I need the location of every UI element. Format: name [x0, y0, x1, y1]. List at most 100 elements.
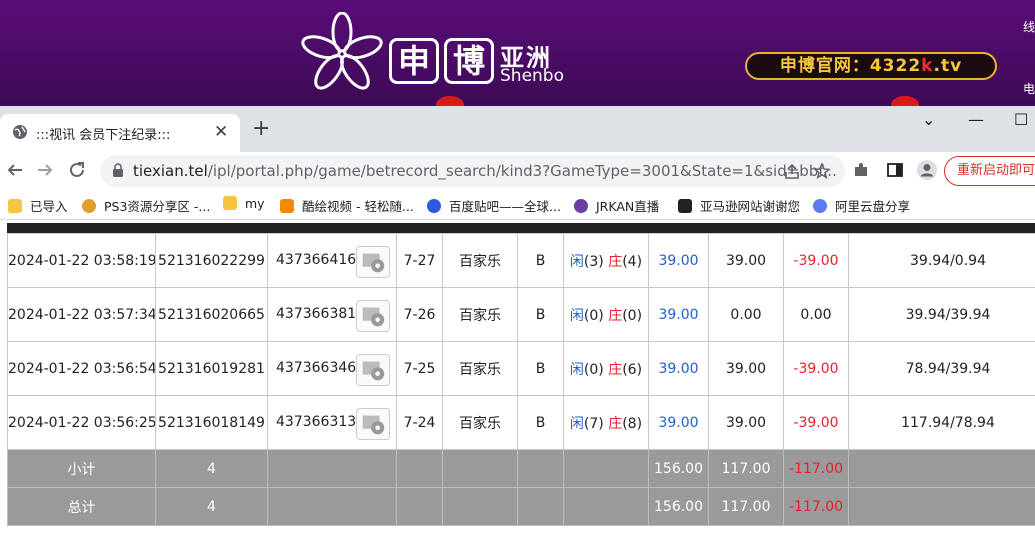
total-count: 4 [155, 487, 268, 526]
folder-icon [8, 199, 22, 213]
browser-tab[interactable]: :::视讯 会员下注纪录::: ✕ [0, 114, 240, 152]
game-id: 437366313 [276, 414, 357, 430]
bet-time: 2024-01-22 03:58:19 [7, 233, 156, 288]
player-label: 闲 [569, 307, 584, 324]
video-replay-icon[interactable] [356, 354, 390, 386]
bookmark-item[interactable]: my [223, 196, 265, 211]
site-red-letter: k [921, 56, 934, 76]
bet-id: 521316022299 [155, 233, 268, 288]
bet-amount-link[interactable]: 39.00 [648, 233, 709, 288]
bet-amount-link[interactable]: 39.00 [648, 395, 709, 450]
round-number: 7-24 [396, 395, 443, 450]
back-arrow-icon[interactable] [6, 161, 24, 179]
bookmark-item[interactable]: 百度贴吧——全球... [427, 196, 561, 215]
kuhui-video-icon [280, 199, 294, 213]
tab-search-icon[interactable]: ⌄ [922, 110, 935, 129]
game-name: 百家乐 [442, 341, 518, 396]
round-number: 7-27 [396, 233, 443, 288]
reload-icon[interactable] [68, 161, 86, 179]
close-tab-icon[interactable]: ✕ [214, 122, 228, 142]
bookmark-star-icon[interactable] [813, 162, 831, 180]
edge-text-bottom: 电 [1022, 82, 1035, 96]
total-result: -117.00 [783, 487, 849, 526]
subtotal-result: -117.00 [783, 449, 849, 488]
maximize-button[interactable]: ☐ [1014, 110, 1028, 129]
total-valid: 117.00 [708, 487, 784, 526]
aliyun-drive-icon [813, 199, 827, 213]
relaunch-button[interactable]: 重新启动即可更 [944, 156, 1035, 186]
banker-label: 庄 [608, 361, 623, 378]
lock-icon[interactable] [112, 163, 124, 177]
valid-amount: 39.00 [708, 395, 784, 450]
browser-tab-strip: :::视讯 会员下注纪录::: ✕ + ⌄ — ☐ [0, 106, 1035, 152]
bookmark-item[interactable]: 亚马逊网站谢谢您 [678, 196, 800, 215]
bet-time: 2024-01-22 03:56:25 [7, 395, 156, 450]
subtotal-row: 小计 4 156.00 117.00 -117.00 [7, 449, 1035, 488]
game-id: 437366416 [276, 252, 357, 268]
bookmark-label: my [245, 196, 265, 211]
bet-type: B [517, 395, 564, 450]
bookmark-item[interactable]: 已导入 [8, 196, 68, 215]
balance-before-after: 39.94/39.94 [848, 287, 1035, 342]
win-loss: -39.00 [783, 341, 849, 396]
banker-score: (4) [622, 253, 643, 270]
table-row: 2024-01-22 03:58:19 521316022299 437366416… [7, 233, 1035, 288]
url-path: /ipl/portal.php/game/betrecord_search/ki… [207, 162, 837, 180]
bookmark-item[interactable]: 阿里云盘分享 [813, 196, 910, 215]
valid-amount: 0.00 [708, 287, 784, 342]
game-id-cell: 437366381 [267, 287, 397, 342]
game-id: 437366381 [276, 306, 357, 322]
total-amount: 156.00 [648, 487, 709, 526]
globe-icon [13, 125, 27, 139]
logo-english-text: Shenbo [500, 66, 564, 86]
bet-amount-link[interactable]: 39.00 [648, 287, 709, 342]
banker-score: (6) [622, 361, 643, 378]
share-icon[interactable] [783, 163, 801, 181]
subtotal-count: 4 [155, 449, 268, 488]
minimize-button[interactable]: — [968, 110, 984, 129]
browser-toolbar: tiexian.tel/ipl/portal.php/game/betrecor… [0, 152, 1035, 190]
jrkan-icon [574, 199, 588, 213]
video-replay-icon[interactable] [356, 300, 390, 332]
baidu-paw-icon [427, 199, 441, 213]
banker-score: (0) [622, 307, 643, 324]
logo-char-shen: 申 [389, 38, 439, 84]
video-replay-icon[interactable] [356, 246, 390, 278]
flower-logo-icon [301, 12, 383, 90]
bookmark-label: JRKAN直播 [596, 199, 660, 214]
site-prefix: 申博官网：4322 [779, 56, 922, 76]
game-id: 437366346 [276, 360, 357, 376]
video-replay-icon[interactable] [356, 408, 390, 440]
forward-arrow-icon[interactable] [36, 161, 54, 179]
player-label: 闲 [569, 415, 584, 432]
bet-type: B [517, 233, 564, 288]
bet-time: 2024-01-22 03:56:54 [7, 341, 156, 396]
red-dot-icon [436, 96, 464, 106]
table-row: 2024-01-22 03:57:34 521316020665 437366381… [7, 287, 1035, 342]
round-number: 7-25 [396, 341, 443, 396]
result-detail: 闲(0) 庄(6) [563, 341, 649, 396]
puzzle-icon[interactable] [852, 161, 870, 179]
result-detail: 闲(7) 庄(8) [563, 395, 649, 450]
bet-amount-link[interactable]: 39.00 [648, 341, 709, 396]
profile-icon[interactable] [916, 159, 938, 181]
bet-record-table: 2024-01-22 03:58:19 521316022299 437366416… [7, 233, 1035, 526]
bookmark-item[interactable]: 酷绘视频 - 轻松随... [280, 196, 414, 215]
address-bar[interactable]: tiexian.tel/ipl/portal.php/game/betrecor… [100, 155, 845, 187]
table-row: 2024-01-22 03:56:54 521316019281 437366346… [7, 341, 1035, 396]
url-text[interactable]: tiexian.tel/ipl/portal.php/game/betrecor… [133, 162, 837, 180]
banker-label: 庄 [608, 307, 623, 324]
new-tab-button[interactable]: + [252, 118, 270, 140]
site-suffix: .tv [933, 56, 963, 76]
logo-char-bo: 博 [444, 38, 494, 84]
bet-record-page: 2024-01-22 03:58:19 521316022299 437366416… [0, 221, 1035, 541]
subtotal-amount: 156.00 [648, 449, 709, 488]
amazon-icon [678, 199, 692, 213]
bookmark-item[interactable]: PS3资源分享区 -... [82, 196, 210, 215]
balance-before-after: 78.94/39.94 [848, 341, 1035, 396]
bookmark-item[interactable]: JRKAN直播 [574, 196, 659, 215]
red-dot-icon [891, 96, 919, 106]
bookmark-label: PS3资源分享区 -... [104, 199, 211, 214]
round-number: 7-26 [396, 287, 443, 342]
side-panel-icon[interactable] [886, 161, 904, 179]
